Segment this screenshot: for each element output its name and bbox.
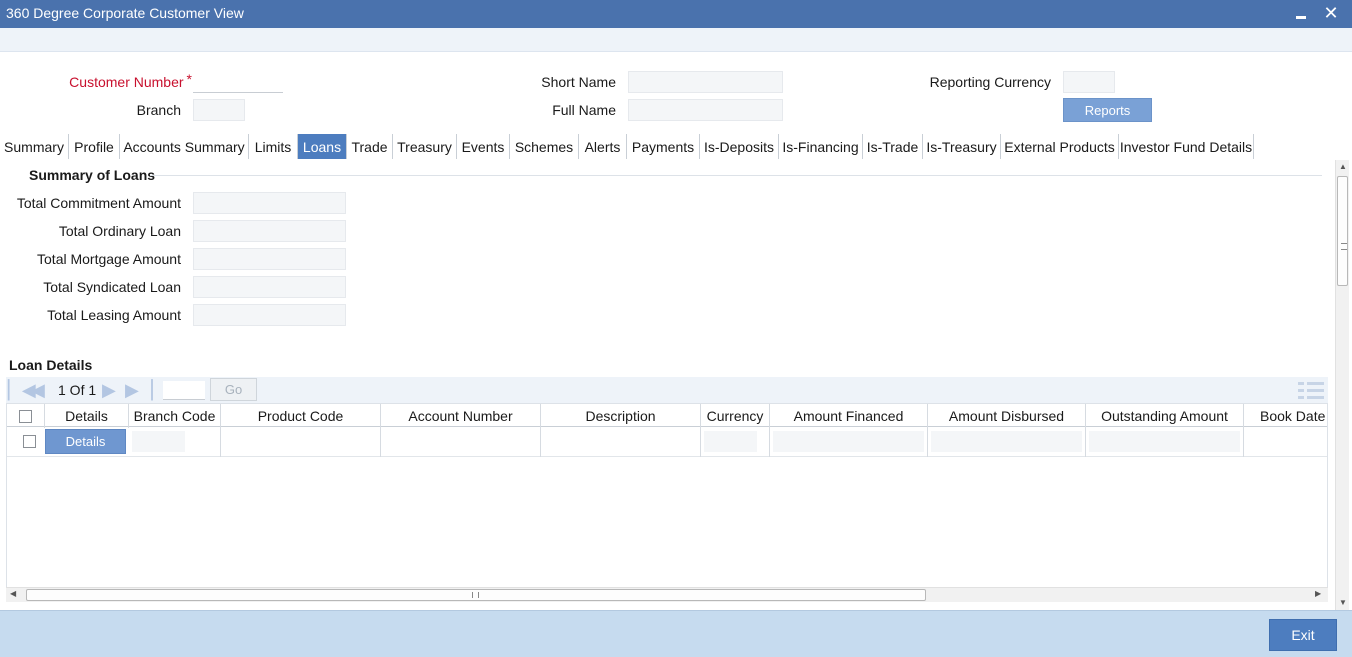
total-mortgage-amount-field[interactable]: [193, 248, 346, 270]
select-all-cell: [7, 404, 45, 428]
cell-currency[interactable]: [701, 427, 770, 457]
vertical-scrollbar[interactable]: ▲ ▼: [1335, 160, 1349, 610]
loan-details-title: Loan Details: [9, 357, 93, 373]
customer-number-input[interactable]: [193, 71, 283, 93]
col-details[interactable]: Details: [45, 404, 129, 428]
customer-number-label: Customer Number *: [69, 71, 192, 90]
tab-trade[interactable]: Trade: [347, 134, 393, 159]
tab-is-financing[interactable]: Is-Financing: [779, 134, 863, 159]
branch-field[interactable]: [193, 99, 245, 121]
cell-book-date[interactable]: [1244, 427, 1327, 457]
tab-limits[interactable]: Limits: [249, 134, 298, 159]
col-book-date[interactable]: Book Date: [1244, 404, 1327, 428]
reporting-currency-label: Reporting Currency: [929, 74, 1051, 90]
column-menu-icon[interactable]: [1298, 381, 1324, 399]
col-product-code[interactable]: Product Code: [221, 404, 381, 428]
tab-external-products[interactable]: External Products: [1001, 134, 1119, 159]
exit-button[interactable]: Exit: [1269, 619, 1337, 651]
previous-page-icon[interactable]: ◀: [31, 380, 45, 400]
last-page-icon[interactable]: ▶▕: [125, 380, 153, 400]
next-page-icon[interactable]: ▶: [102, 380, 116, 400]
tab-alerts[interactable]: Alerts: [579, 134, 627, 159]
short-name-field[interactable]: [628, 71, 783, 93]
row-details-button[interactable]: Details: [45, 429, 126, 454]
pagination-bar: ▏◀ ◀ 1 Of 1 ▶ ▶▕ Go: [6, 377, 1328, 403]
window-title: 360 Degree Corporate Customer View: [6, 5, 244, 21]
full-name-field[interactable]: [628, 99, 783, 121]
tab-loans[interactable]: Loans: [298, 134, 347, 159]
cell-amount-financed[interactable]: [770, 427, 928, 457]
col-amount-financed[interactable]: Amount Financed: [770, 404, 928, 428]
total-leasing-amount-label: Total Leasing Amount: [47, 307, 181, 323]
scroll-left-icon[interactable]: ◀: [10, 589, 16, 598]
table-row: Details: [7, 427, 1327, 457]
total-syndicated-loan-field[interactable]: [193, 276, 346, 298]
cell-product-code[interactable]: [221, 427, 381, 457]
branch-label: Branch: [136, 102, 181, 118]
cell-outstanding-amount[interactable]: [1086, 427, 1244, 457]
scroll-right-icon[interactable]: ▶: [1315, 589, 1321, 598]
tab-accounts-summary[interactable]: Accounts Summary: [120, 134, 249, 159]
col-currency[interactable]: Currency: [701, 404, 770, 428]
minimize-icon[interactable]: [1290, 2, 1312, 24]
grid-header: Details Branch Code Product Code Account…: [7, 403, 1327, 428]
col-branch-code[interactable]: Branch Code: [129, 404, 221, 428]
cell-account-number[interactable]: [381, 427, 541, 457]
total-ordinary-loan-label: Total Ordinary Loan: [58, 223, 181, 239]
loan-details-grid: Details Branch Code Product Code Account…: [6, 403, 1328, 587]
tab-schemes[interactable]: Schemes: [510, 134, 579, 159]
tab-profile[interactable]: Profile: [69, 134, 120, 159]
reports-button[interactable]: Reports: [1063, 98, 1152, 122]
cell-amount-disbursed[interactable]: [928, 427, 1086, 457]
total-commitment-amount-field[interactable]: [193, 192, 346, 214]
total-ordinary-loan-field[interactable]: [193, 220, 346, 242]
total-syndicated-loan-label: Total Syndicated Loan: [43, 279, 181, 295]
row-select-cell: [7, 427, 45, 457]
section-divider: [150, 175, 1322, 176]
reporting-currency-field[interactable]: [1063, 71, 1115, 93]
go-button[interactable]: Go: [210, 378, 257, 401]
horizontal-scroll-thumb[interactable]: [26, 589, 926, 601]
required-marker: *: [186, 71, 192, 87]
scroll-down-icon[interactable]: ▼: [1339, 598, 1347, 607]
tab-is-deposits[interactable]: Is-Deposits: [700, 134, 779, 159]
horizontal-scrollbar[interactable]: ◀ ▶: [6, 587, 1328, 602]
toolbar-strip: [0, 28, 1352, 52]
tab-investor-fund-details[interactable]: Investor Fund Details: [1119, 134, 1254, 159]
page-number-input[interactable]: [163, 381, 205, 400]
tab-is-trade[interactable]: Is-Trade: [863, 134, 923, 159]
tab-bar: Summary Profile Accounts Summary Limits …: [0, 134, 1352, 159]
cell-description[interactable]: [541, 427, 701, 457]
total-mortgage-amount-label: Total Mortgage Amount: [37, 251, 181, 267]
footer-bar: Exit: [0, 610, 1352, 657]
short-name-label: Short Name: [541, 74, 616, 90]
tab-treasury[interactable]: Treasury: [393, 134, 457, 159]
col-account-number[interactable]: Account Number: [381, 404, 541, 428]
tab-is-treasury[interactable]: Is-Treasury: [923, 134, 1001, 159]
page-indicator: 1 Of 1: [58, 382, 97, 398]
select-all-checkbox[interactable]: [19, 409, 32, 423]
col-outstanding-amount[interactable]: Outstanding Amount: [1086, 404, 1244, 428]
tab-events[interactable]: Events: [457, 134, 510, 159]
total-leasing-amount-field[interactable]: [193, 304, 346, 326]
title-bar: 360 Degree Corporate Customer View ✕: [0, 0, 1352, 28]
col-amount-disbursed[interactable]: Amount Disbursed: [928, 404, 1086, 428]
tab-summary[interactable]: Summary: [0, 134, 69, 159]
row-checkbox[interactable]: [23, 435, 36, 448]
cell-branch-code[interactable]: [129, 427, 221, 457]
full-name-label: Full Name: [552, 102, 616, 118]
summary-of-loans-title: Summary of Loans: [29, 167, 156, 183]
total-commitment-amount-label: Total Commitment Amount: [16, 195, 181, 211]
tab-payments[interactable]: Payments: [627, 134, 700, 159]
scroll-up-icon[interactable]: ▲: [1339, 162, 1347, 171]
vertical-scroll-thumb[interactable]: [1337, 176, 1348, 286]
col-description[interactable]: Description: [541, 404, 701, 428]
close-icon[interactable]: ✕: [1320, 2, 1342, 24]
